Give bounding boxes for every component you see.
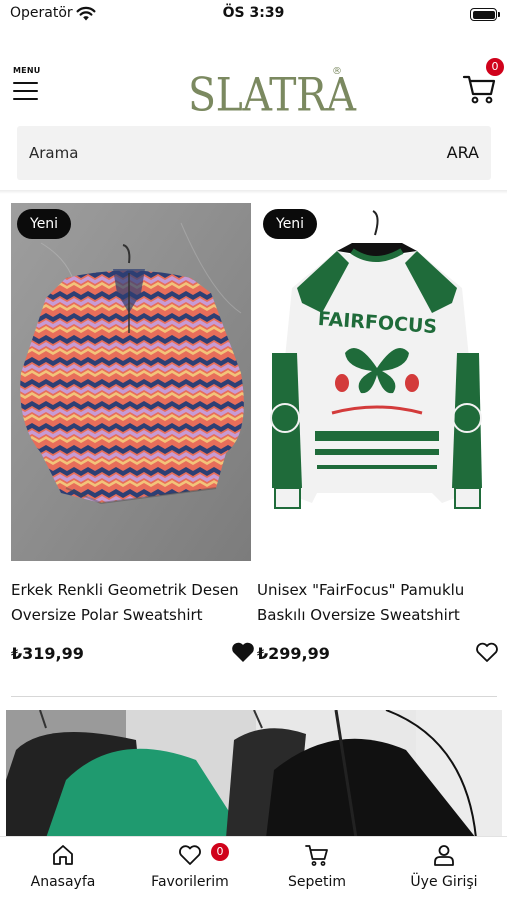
tab-favorites[interactable]: Favorilerim	[127, 837, 253, 900]
product-card[interactable]: FAIRFOCUS Yeni Unisex "FairFocus" Pamukl…	[257, 203, 498, 663]
user-icon	[434, 845, 454, 866]
tab-cart[interactable]: Sepetim	[254, 837, 380, 900]
cart-count-badge: 0	[486, 58, 504, 76]
product-price: ₺319,99	[11, 644, 84, 663]
heart-icon	[179, 845, 201, 865]
product-image[interactable]	[6, 710, 502, 838]
tab-favorites-label: Favorilerim	[151, 874, 229, 890]
menu-label: MENU	[13, 66, 41, 75]
product-name[interactable]: Unisex "FairFocus" Pamuklu Baskılı Overs…	[257, 578, 507, 628]
logo-text: SLATRA	[188, 68, 356, 122]
new-badge: Yeni	[17, 209, 72, 239]
registered-mark: ®	[332, 66, 342, 77]
clock: ÖS 3:39	[222, 5, 285, 21]
search-bar: ARA	[17, 126, 491, 180]
app-header: MENU SLATRA ®	[0, 60, 507, 122]
tab-account[interactable]: Üye Girişi	[381, 837, 507, 900]
product-price: ₺299,99	[257, 644, 330, 663]
favorite-heart-filled-icon[interactable]	[231, 641, 255, 663]
battery-icon	[470, 8, 500, 21]
home-icon	[53, 845, 73, 865]
new-badge: Yeni	[263, 209, 318, 239]
bottom-tab-bar: Anasayfa Favorilerim Sepetim Üye Girişi	[0, 836, 507, 900]
tab-home-label: Anasayfa	[30, 874, 96, 890]
hamburger-icon	[13, 82, 39, 102]
cart-icon	[305, 845, 328, 866]
favorite-heart-outline-icon[interactable]	[475, 641, 499, 663]
tab-cart-label: Sepetim	[287, 874, 347, 890]
product-name[interactable]: Erkek Renkli Geometrik Desen Oversize Po…	[11, 578, 261, 628]
header-divider	[0, 190, 507, 194]
search-button[interactable]: ARA	[447, 126, 479, 180]
product-image[interactable]: FAIRFOCUS Yeni	[257, 203, 497, 561]
tab-account-label: Üye Girişi	[410, 874, 478, 890]
favorites-count-badge: 0	[211, 843, 229, 861]
brand-logo[interactable]: SLATRA ®	[188, 66, 356, 122]
product-card[interactable]: Yeni Erkek Renkli Geometrik Desen Oversi…	[11, 203, 254, 663]
tab-home[interactable]: Anasayfa	[0, 837, 126, 900]
row-divider	[11, 696, 497, 697]
menu-button[interactable]: MENU	[12, 66, 46, 106]
status-bar: Operatör ÖS 3:39	[0, 0, 507, 30]
product-image[interactable]: Yeni	[11, 203, 251, 561]
search-input[interactable]	[29, 126, 409, 180]
